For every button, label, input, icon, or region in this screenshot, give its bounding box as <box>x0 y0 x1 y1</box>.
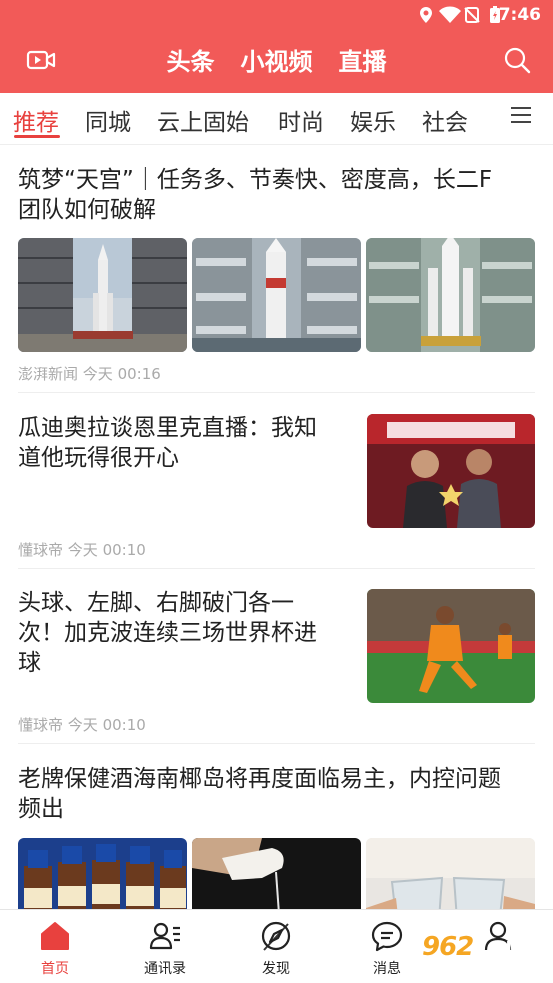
news-time: 今天 00:16 <box>82 365 161 383</box>
category-society[interactable]: 社会 <box>422 103 468 137</box>
news-thumbnail-liquor-bottles <box>18 838 187 909</box>
news-source: 懂球帝 <box>18 716 64 734</box>
home-icon <box>41 922 69 950</box>
watermark-sub: 乐游网 <box>490 961 532 977</box>
category-recommended[interactable]: 推荐 <box>13 103 59 137</box>
watermark-main: 962 <box>422 932 474 962</box>
nav-label: 通讯录 <box>144 961 186 977</box>
news-title-line: 团队如何破解 <box>18 197 156 223</box>
search-icon[interactable] <box>503 46 531 74</box>
app-header: 7:46 头条 小视频 直播 <box>0 0 553 93</box>
news-item[interactable]: 瓜迪奥拉谈恩里克直播：我知 道他玩得很开心 懂球帝 今天 00:10 <box>0 393 553 569</box>
nav-label: 首页 <box>41 961 69 977</box>
nav-home[interactable]: 首页 <box>0 910 110 983</box>
news-title-line: 老牌保健酒海南椰岛将再度面临易主，内控问题 <box>18 766 501 792</box>
news-item[interactable]: 头球、左脚、右脚破门各一 次！加克波连续三场世界杯进 球 懂球帝 今天 00:1… <box>0 568 553 744</box>
clock: 7:46 <box>498 5 541 25</box>
nav-contacts[interactable]: 通讯录 <box>110 910 220 983</box>
discover-icon <box>261 921 291 951</box>
news-time: 今天 00:10 <box>67 541 146 559</box>
menu-icon[interactable] <box>511 107 531 127</box>
site-watermark: 962 .NET 乐游网 <box>416 932 550 980</box>
category-bar: 推荐 同城 云上固始 时尚 娱乐 社会 <box>0 93 553 145</box>
category-entertainment[interactable]: 娱乐 <box>350 103 396 137</box>
location-icon <box>420 7 432 23</box>
news-thumbnail-rocket-assembly-hall <box>366 238 535 352</box>
news-title-line: 筑梦“天宫”｜任务多、节奏快、密度高，长二F <box>18 167 493 193</box>
status-bar: 7:46 <box>0 0 553 32</box>
news-thumbnail-rocket-launch-tower <box>18 238 187 352</box>
news-title: 瓜迪奥拉谈恩里克直播：我知 道他玩得很开心 <box>18 413 353 473</box>
active-category-indicator <box>14 135 60 138</box>
nav-discover[interactable]: 发现 <box>221 910 331 983</box>
news-meta: 懂球帝 今天 00:10 <box>18 539 146 560</box>
news-title-line: 头球、左脚、右脚破门各一 <box>18 590 294 616</box>
news-thumbnail-pouring-liquor <box>192 838 361 909</box>
contacts-icon <box>149 922 180 950</box>
news-title-line: 次！加克波连续三场世界杯进 <box>18 620 317 646</box>
message-icon <box>371 921 403 952</box>
news-thumbnail-football-player <box>367 589 535 703</box>
news-title: 头球、左脚、右脚破门各一 次！加克波连续三场世界杯进 球 <box>18 588 353 678</box>
news-source: 懂球帝 <box>18 541 64 559</box>
category-yunshang-gushi[interactable]: 云上固始 <box>157 103 249 137</box>
news-item[interactable]: 筑梦“天宫”｜任务多、节奏快、密度高，长二F 团队如何破解 澎湃新闻 今天 00… <box>0 145 553 393</box>
news-title-line: 瓜迪奥拉谈恩里克直播：我知 <box>18 415 317 441</box>
news-title-line: 球 <box>18 650 41 676</box>
no-signal-icon <box>464 7 480 23</box>
news-thumbnail-award-photo <box>367 414 535 528</box>
news-title-line: 道他玩得很开心 <box>18 445 179 471</box>
news-item[interactable]: 老牌保健酒海南椰岛将再度面临易主，内控问题 频出 <box>0 744 553 909</box>
category-fashion[interactable]: 时尚 <box>278 103 324 137</box>
nav-label: 发现 <box>262 961 290 977</box>
news-title-line: 频出 <box>18 796 64 822</box>
wifi-icon <box>439 6 461 23</box>
top-tabs: 头条 小视频 直播 <box>0 42 553 77</box>
news-meta: 懂球帝 今天 00:10 <box>18 714 146 735</box>
news-time: 今天 00:10 <box>67 716 146 734</box>
news-thumbnail-rocket-assembly-hall <box>192 238 361 352</box>
news-title: 筑梦“天宫”｜任务多、节奏快、密度高，长二F 团队如何破解 <box>18 165 492 225</box>
tab-short-video[interactable]: 小视频 <box>241 42 313 77</box>
news-source: 澎湃新闻 <box>18 365 79 383</box>
category-local[interactable]: 同城 <box>85 103 131 137</box>
tab-live[interactable]: 直播 <box>339 42 387 77</box>
watermark-net: .NET <box>490 938 537 959</box>
news-meta: 澎湃新闻 今天 00:16 <box>18 363 161 384</box>
news-thumbnail-liquor-glasses <box>366 838 535 909</box>
category-fade <box>470 93 500 143</box>
news-title: 老牌保健酒海南椰岛将再度面临易主，内控问题 频出 <box>18 764 501 824</box>
tab-headlines[interactable]: 头条 <box>167 42 215 77</box>
